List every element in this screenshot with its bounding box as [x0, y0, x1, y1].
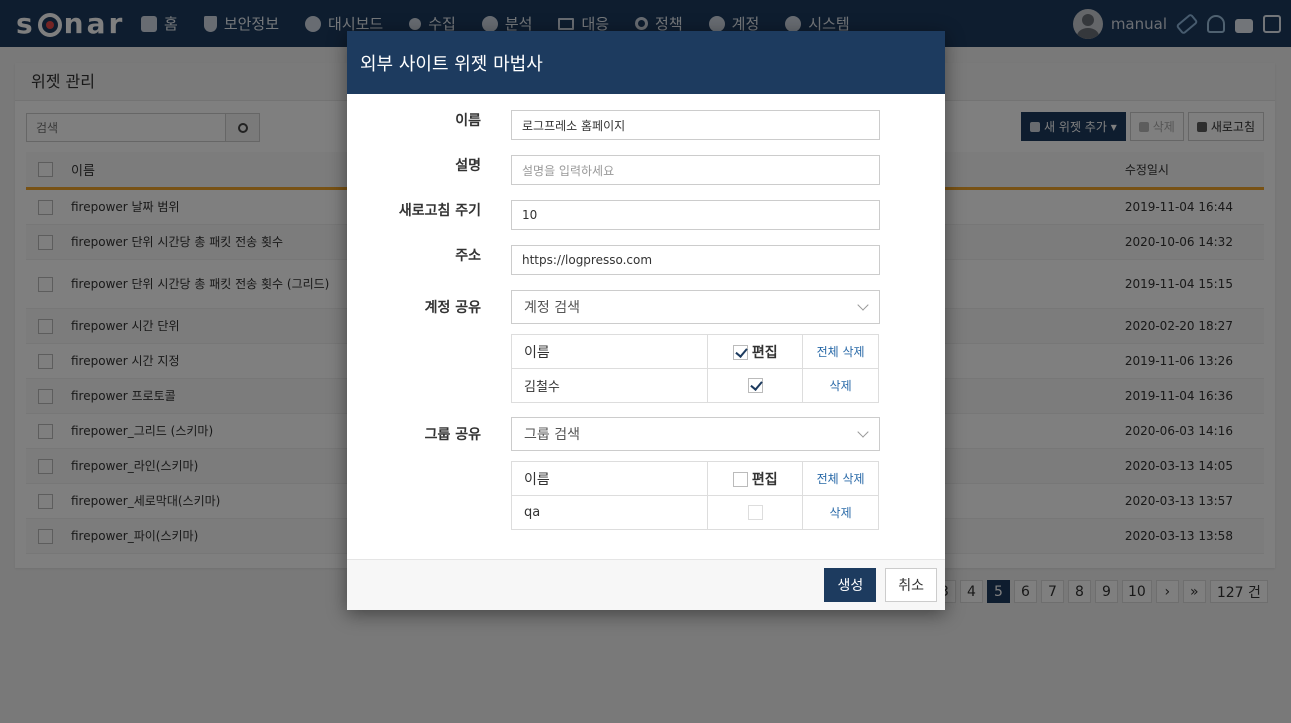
modal-footer: 생성 취소: [347, 559, 945, 610]
account-delete-link[interactable]: 삭제: [802, 368, 879, 403]
url-row: 주소: [347, 245, 481, 265]
account-edit-all-checkbox[interactable]: [732, 345, 748, 360]
account-search-select[interactable]: 계정 검색: [511, 290, 880, 324]
group-col-edit: 편집: [707, 461, 804, 496]
url-label: 주소: [455, 248, 481, 264]
account-delete-all-link[interactable]: 전체 삭제: [802, 334, 879, 369]
name-row: 이름: [347, 110, 481, 130]
edit-label: 편집: [751, 471, 778, 488]
group-name: qa: [510, 495, 709, 530]
group-search-select[interactable]: 그룹 검색: [511, 417, 880, 451]
create-button[interactable]: 생성: [824, 568, 877, 602]
group-edit-all-checkbox[interactable]: [732, 472, 748, 487]
group-search-placeholder: 그룹 검색: [524, 427, 580, 443]
group-share-row: 그룹 공유: [347, 417, 481, 451]
refresh-interval-label: 새로고침 주기: [398, 203, 481, 219]
url-input[interactable]: https://logpresso.com: [511, 245, 880, 275]
account-share-label: 계정 공유: [424, 300, 481, 316]
refresh-interval-row: 새로고침 주기: [347, 200, 481, 220]
account-search-placeholder: 계정 검색: [524, 300, 580, 316]
group-share-label: 그룹 공유: [424, 427, 481, 443]
description-row: 설명: [347, 155, 481, 175]
modal-body: 이름 로그프레소 홈페이지 설명 설명을 입력하세요 새로고침 주기 10 주소…: [347, 94, 945, 559]
refresh-interval-input[interactable]: 10: [511, 200, 880, 230]
account-edit-checkbox[interactable]: [747, 378, 763, 393]
edit-label: 편집: [751, 344, 778, 361]
group-delete-link[interactable]: 삭제: [802, 495, 879, 530]
group-edit-cell: [707, 495, 804, 530]
group-edit-checkbox[interactable]: [747, 505, 763, 520]
group-share-table: 이름 편집 전체 삭제 qa 삭제: [510, 461, 879, 530]
account-share-row-item: 김철수 삭제: [510, 368, 879, 403]
name-input[interactable]: 로그프레소 홈페이지: [511, 110, 880, 140]
account-col-edit: 편집: [707, 334, 804, 369]
account-share-row: 계정 공유: [347, 290, 481, 324]
description-input[interactable]: 설명을 입력하세요: [511, 155, 880, 185]
account-name: 김철수: [510, 368, 709, 403]
modal-title: 외부 사이트 위젯 마법사: [347, 31, 945, 94]
name-label: 이름: [455, 113, 481, 129]
account-share-header: 이름 편집 전체 삭제: [510, 334, 879, 369]
chevron-down-icon: [857, 299, 869, 311]
group-share-row-item: qa 삭제: [510, 495, 879, 530]
cancel-button[interactable]: 취소: [885, 568, 937, 602]
account-share-table: 이름 편집 전체 삭제 김철수 삭제: [510, 334, 879, 403]
account-edit-cell: [707, 368, 804, 403]
chevron-down-icon: [857, 426, 869, 438]
group-delete-all-link[interactable]: 전체 삭제: [802, 461, 879, 496]
account-col-name: 이름: [510, 334, 709, 369]
external-site-widget-wizard: 외부 사이트 위젯 마법사 이름 로그프레소 홈페이지 설명 설명을 입력하세요…: [347, 31, 945, 610]
group-col-name: 이름: [510, 461, 709, 496]
group-share-header: 이름 편집 전체 삭제: [510, 461, 879, 496]
description-label: 설명: [455, 158, 481, 174]
